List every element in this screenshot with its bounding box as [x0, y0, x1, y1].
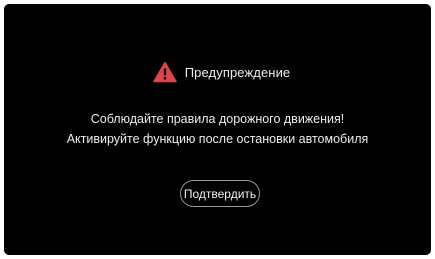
warning-screen: Предупреждение Соблюдайте правила дорожн… [4, 4, 431, 255]
dialog-title: Предупреждение [184, 64, 291, 80]
confirm-button[interactable]: Подтвердить [180, 180, 260, 207]
dialog-message: Соблюдайте правила дорожного движения! А… [4, 109, 431, 149]
message-line-2: Активируйте функцию после остановки авто… [66, 132, 369, 146]
message-line-1: Соблюдайте правила дорожного движения! [90, 112, 345, 126]
dialog-header: Предупреждение [4, 61, 431, 83]
warning-triangle-icon [152, 61, 177, 83]
